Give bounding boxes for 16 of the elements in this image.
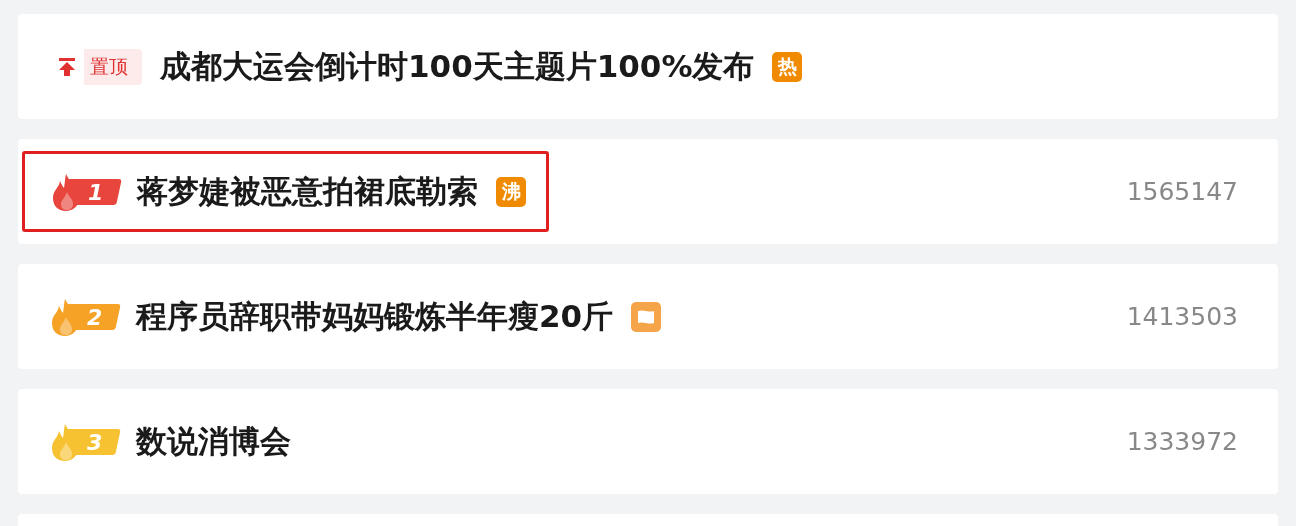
- list-row[interactable]: 3 数说消博会 1333972: [18, 389, 1278, 494]
- heat-count: 1333972: [1126, 425, 1238, 458]
- topic-title: 成都大运会倒计时100天主题片100%发布: [160, 47, 755, 87]
- topic-title: 数说消博会: [136, 422, 291, 462]
- heat-count: 1565147: [1126, 175, 1238, 208]
- list-row[interactable]: 置顶 成都大运会倒计时100天主题片100%发布 热: [18, 14, 1278, 119]
- list-row[interactable]: 1 蒋梦婕被恶意拍裙底勒索 沸 1565147: [18, 139, 1278, 244]
- hot-badge: 热: [772, 51, 803, 82]
- topic-title: 程序员辞职带妈妈锻炼半年瘦20斤: [136, 297, 614, 337]
- pin-top-icon: [56, 55, 78, 78]
- heat-count: 1413503: [1126, 300, 1238, 333]
- pinned-tag: 置顶: [50, 48, 142, 85]
- topic-title: 蒋梦婕被恶意拍裙底勒索: [137, 172, 478, 212]
- list-row[interactable]: 2 程序员辞职带妈妈锻炼半年瘦20斤 1413503: [18, 264, 1278, 369]
- hot-badge: 沸: [496, 176, 526, 207]
- scroll-icon: [631, 301, 662, 332]
